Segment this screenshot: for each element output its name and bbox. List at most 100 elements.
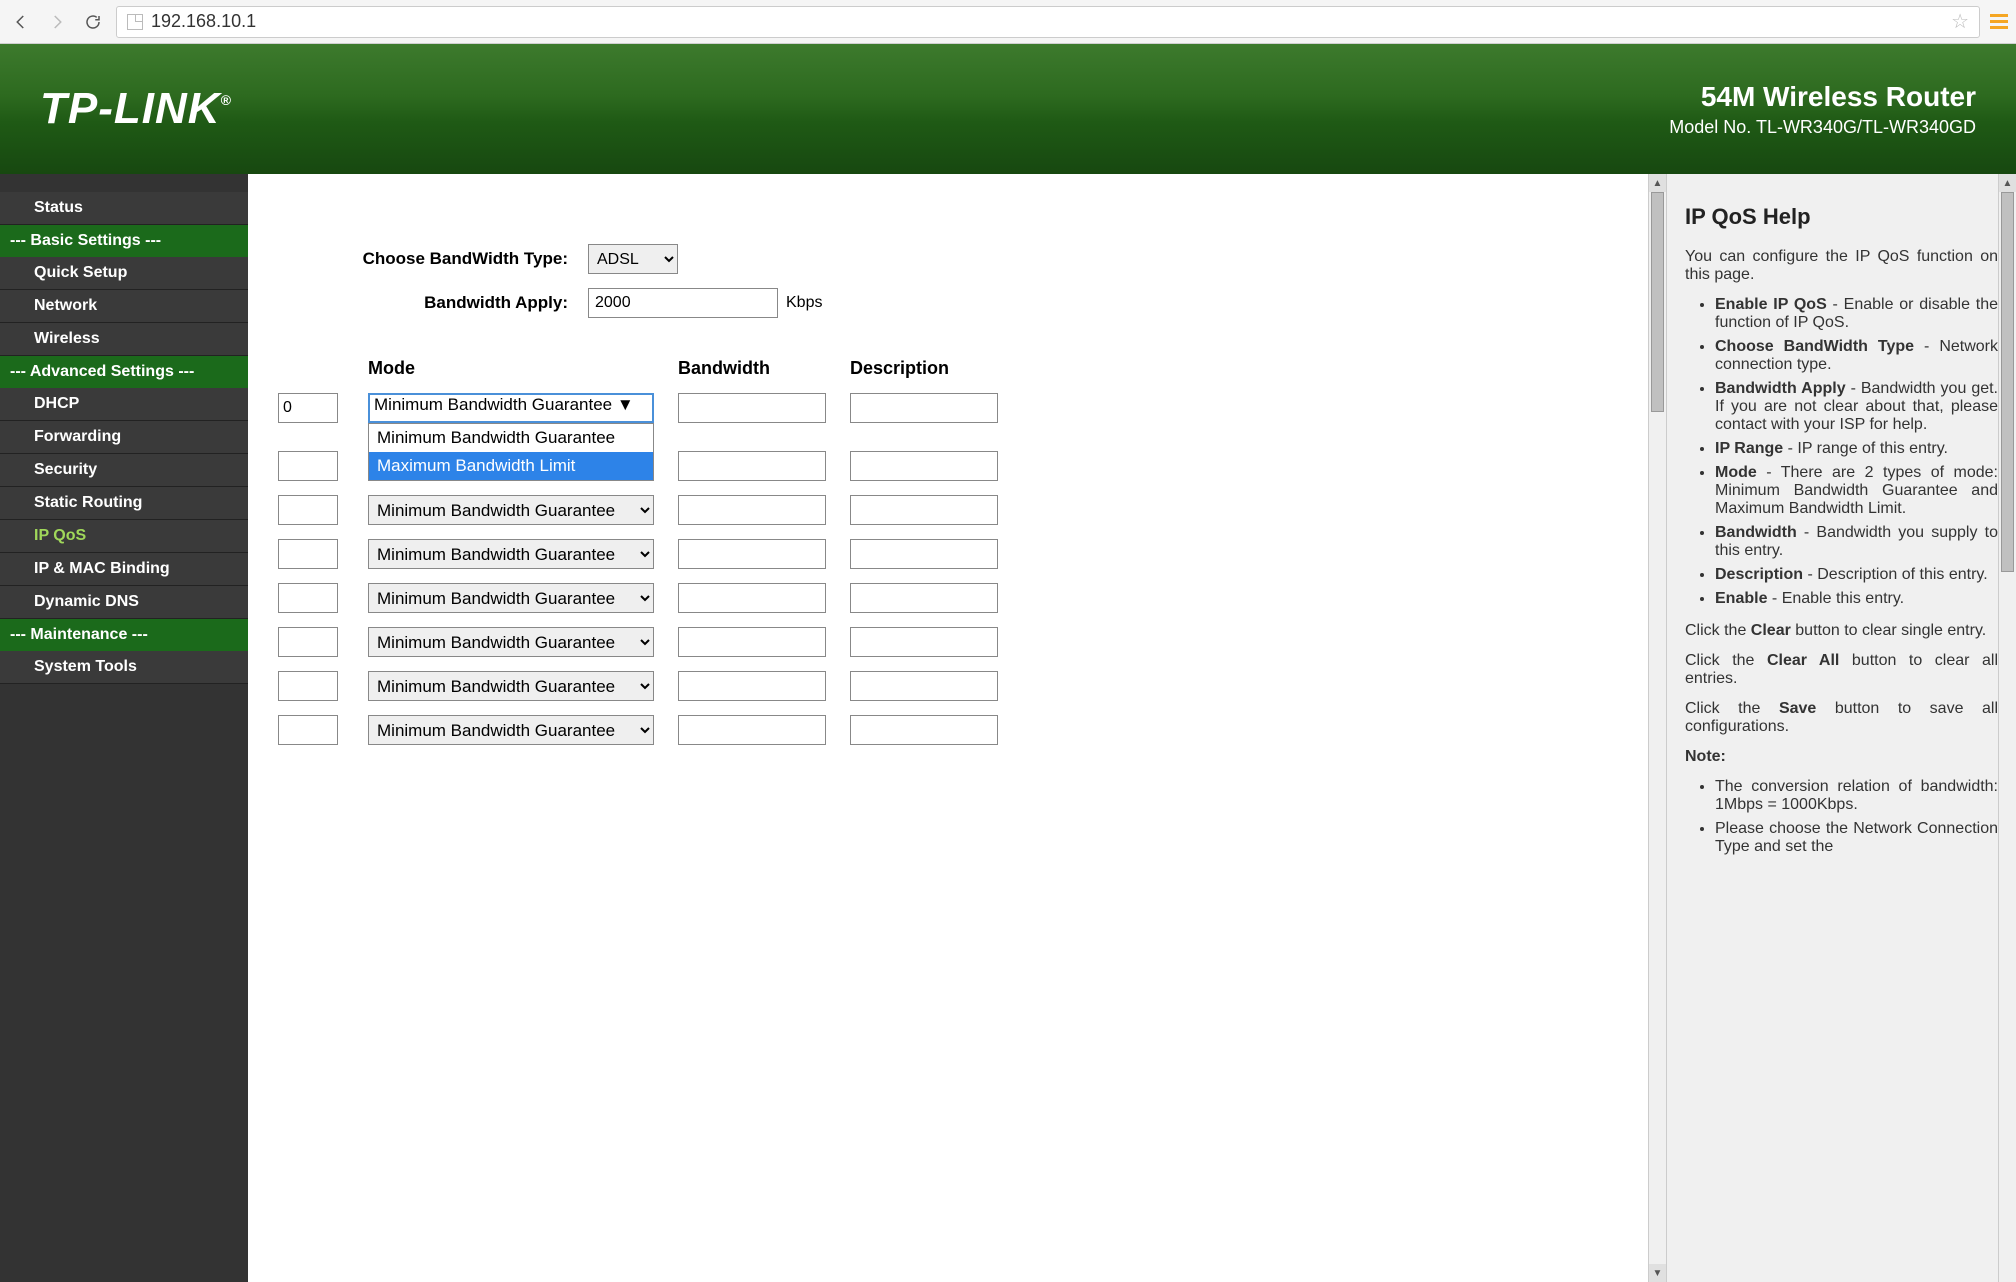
sidebar-item[interactable]: Security (0, 454, 248, 487)
col-bandwidth: Bandwidth (678, 358, 850, 379)
sidebar-section-header: --- Advanced Settings --- (0, 356, 248, 388)
bwtype-label: Choose BandWidth Type: (308, 249, 588, 269)
qos-row: Minimum Bandwidth Guarantee (308, 627, 1608, 657)
mode-select[interactable]: Minimum Bandwidth Guarantee (368, 671, 654, 701)
help-bullet: Bandwidth Apply - Bandwidth you get. If … (1715, 380, 1998, 434)
description-input[interactable] (850, 583, 998, 613)
description-input[interactable] (850, 393, 998, 423)
sidebar-item[interactable]: Forwarding (0, 421, 248, 454)
qos-row: Minimum Bandwidth Guarantee (308, 583, 1608, 613)
help-save: Click the Save button to save all config… (1685, 700, 1998, 736)
sidebar-item[interactable]: DHCP (0, 388, 248, 421)
description-input[interactable] (850, 539, 998, 569)
bwtype-select[interactable]: ADSL (588, 244, 678, 274)
sidebar-item[interactable]: System Tools (0, 651, 248, 684)
help-scrollbar[interactable]: ▲ (1998, 174, 2016, 1282)
scroll-up-icon[interactable]: ▲ (1999, 174, 2016, 192)
content-area: Choose BandWidth Type: ADSL Bandwidth Ap… (248, 174, 1648, 1282)
help-panel: IP QoS Help You can configure the IP QoS… (1666, 174, 2016, 1282)
ip-input[interactable] (278, 715, 338, 745)
sidebar-item[interactable]: Status (0, 192, 248, 225)
brand-logo: TP-LINK® (40, 84, 232, 134)
bwapply-label: Bandwidth Apply: (308, 293, 588, 313)
help-note-label: Note: (1685, 748, 1998, 766)
bandwidth-input[interactable] (678, 583, 826, 613)
help-bullet: Enable IP QoS - Enable or disable the fu… (1715, 296, 1998, 332)
product-title: 54M Wireless Router (1669, 81, 1976, 113)
mode-option[interactable]: Minimum Bandwidth Guarantee (369, 424, 653, 452)
col-mode: Mode (368, 358, 678, 379)
bandwidth-input[interactable] (678, 393, 826, 423)
bwapply-unit: Kbps (786, 294, 822, 312)
help-clear: Click the Clear button to clear single e… (1685, 622, 1998, 640)
ip-input[interactable] (278, 393, 338, 423)
bandwidth-input[interactable] (678, 451, 826, 481)
mode-select[interactable]: Minimum Bandwidth Guarantee (368, 627, 654, 657)
sidebar-section-header: --- Basic Settings --- (0, 225, 248, 257)
ip-input[interactable] (278, 495, 338, 525)
browser-chrome: 192.168.10.1 ☆ (0, 0, 2016, 44)
mode-dropdown: Minimum Bandwidth GuaranteeMaximum Bandw… (368, 423, 654, 481)
ip-input[interactable] (278, 539, 338, 569)
sidebar-item[interactable]: Dynamic DNS (0, 586, 248, 619)
description-input[interactable] (850, 715, 998, 745)
sidebar-nav: Status--- Basic Settings ---Quick SetupN… (0, 174, 248, 1282)
sidebar-item[interactable]: Network (0, 290, 248, 323)
router-header: TP-LINK® 54M Wireless Router Model No. T… (0, 44, 2016, 174)
ip-input[interactable] (278, 671, 338, 701)
description-input[interactable] (850, 495, 998, 525)
mode-select[interactable]: Minimum Bandwidth Guarantee ▼ (368, 393, 654, 423)
qos-row: Minimum Bandwidth Guarantee (308, 495, 1608, 525)
url-text: 192.168.10.1 (151, 11, 256, 32)
help-bullet: Choose BandWidth Type - Network connecti… (1715, 338, 1998, 374)
qos-row: Minimum Bandwidth Guarantee (308, 539, 1608, 569)
mode-option[interactable]: Maximum Bandwidth Limit (369, 452, 653, 480)
help-clearall: Click the Clear All button to clear all … (1685, 652, 1998, 688)
qos-row: Minimum Bandwidth Guarantee (308, 671, 1608, 701)
sidebar-item[interactable]: Quick Setup (0, 257, 248, 290)
ip-input[interactable] (278, 451, 338, 481)
qos-row: Minimum Bandwidth Guarantee ▼Minimum Ban… (308, 393, 1608, 423)
mode-select[interactable]: Minimum Bandwidth Guarantee (368, 495, 654, 525)
qos-row: Minimum Bandwidth Guarantee (308, 715, 1608, 745)
sidebar-item[interactable]: Wireless (0, 323, 248, 356)
hamburger-menu-icon[interactable] (1990, 14, 2008, 29)
help-note: The conversion relation of bandwidth: 1M… (1715, 778, 1998, 814)
main-panel: Choose BandWidth Type: ADSL Bandwidth Ap… (248, 174, 1666, 1282)
help-note: Please choose the Network Connection Typ… (1715, 820, 1998, 856)
sidebar-item[interactable]: IP & MAC Binding (0, 553, 248, 586)
content-scrollbar[interactable]: ▲ ▼ (1648, 174, 1666, 1282)
help-title: IP QoS Help (1685, 204, 1998, 230)
description-input[interactable] (850, 671, 998, 701)
description-input[interactable] (850, 451, 998, 481)
bandwidth-input[interactable] (678, 671, 826, 701)
bandwidth-input[interactable] (678, 539, 826, 569)
bookmark-star-icon[interactable]: ☆ (1951, 9, 1969, 34)
model-number: Model No. TL-WR340G/TL-WR340GD (1669, 117, 1976, 138)
help-bullet: Description - Description of this entry. (1715, 566, 1998, 584)
model-info: 54M Wireless Router Model No. TL-WR340G/… (1669, 81, 1976, 138)
scroll-up-icon[interactable]: ▲ (1649, 174, 1666, 192)
back-button[interactable] (8, 9, 34, 35)
reload-button[interactable] (80, 9, 106, 35)
help-bullet: Enable - Enable this entry. (1715, 590, 1998, 608)
mode-select[interactable]: Minimum Bandwidth Guarantee (368, 583, 654, 613)
mode-select[interactable]: Minimum Bandwidth Guarantee (368, 539, 654, 569)
ip-input[interactable] (278, 583, 338, 613)
bandwidth-input[interactable] (678, 627, 826, 657)
bandwidth-input[interactable] (678, 715, 826, 745)
bwapply-input[interactable] (588, 288, 778, 318)
help-bullet: IP Range - IP range of this entry. (1715, 440, 1998, 458)
mode-select[interactable]: Minimum Bandwidth Guarantee (368, 715, 654, 745)
help-bullet: Bandwidth - Bandwidth you supply to this… (1715, 524, 1998, 560)
url-bar[interactable]: 192.168.10.1 ☆ (116, 6, 1980, 38)
description-input[interactable] (850, 627, 998, 657)
help-intro: You can configure the IP QoS function on… (1685, 248, 1998, 284)
sidebar-item[interactable]: IP QoS (0, 520, 248, 553)
ip-input[interactable] (278, 627, 338, 657)
scroll-down-icon[interactable]: ▼ (1649, 1264, 1666, 1282)
sidebar-item[interactable]: Static Routing (0, 487, 248, 520)
forward-button[interactable] (44, 9, 70, 35)
page-icon (127, 14, 143, 30)
bandwidth-input[interactable] (678, 495, 826, 525)
